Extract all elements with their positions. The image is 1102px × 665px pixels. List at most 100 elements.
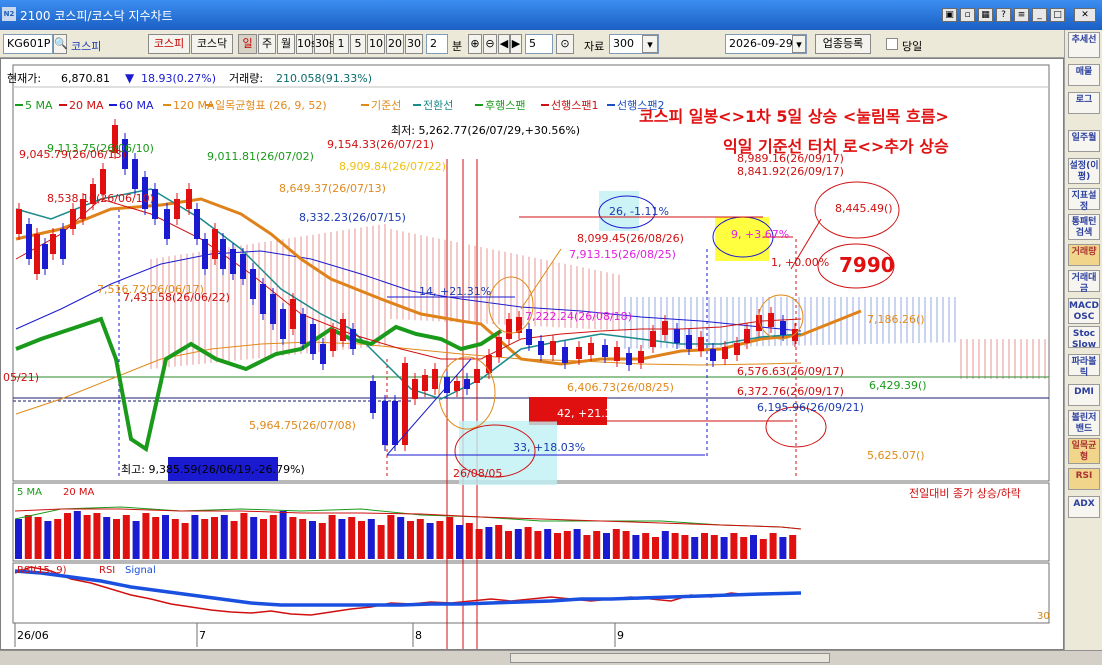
annotation-27: 6,195.96(26/09/21): [757, 401, 864, 414]
volume-bar: [652, 537, 659, 559]
candle-body: [588, 343, 594, 355]
close-icon[interactable]: ✕: [1074, 8, 1096, 22]
candle-body: [164, 209, 170, 239]
sidebar-btn-2[interactable]: 로그: [1068, 92, 1100, 114]
sidebar-btn-6[interactable]: 통패턴검색: [1068, 214, 1100, 240]
candle-body: [698, 337, 704, 351]
candle-body: [562, 347, 568, 363]
sidebar-btn-8[interactable]: 거래대금: [1068, 270, 1100, 294]
sidebar-btn-3[interactable]: 일주월: [1068, 130, 1100, 152]
candle-body: [340, 319, 346, 341]
restore-icon[interactable]: ▫: [960, 8, 975, 22]
volume-bar: [191, 515, 199, 559]
period-day[interactable]: 일: [238, 34, 257, 54]
candle-body: [100, 169, 106, 194]
candle-body: [412, 379, 418, 399]
bottom-scrollbar[interactable]: [0, 650, 1102, 665]
period-20[interactable]: 20: [386, 34, 404, 54]
rsi-legend-3: Signal: [125, 565, 156, 576]
annotation-13: 8,099.45(26/08/26): [577, 232, 684, 245]
pin-icon[interactable]: ▣: [942, 8, 957, 22]
volume-bar: [465, 523, 473, 559]
kospi-button[interactable]: 코스피: [148, 34, 190, 54]
volume-bar: [740, 537, 748, 559]
chart-panel[interactable]: 현재가: 6,870.81 ▼ 18.93(0.27%) 거래량: 210.05…: [0, 58, 1064, 650]
sidebar-btn-1[interactable]: 매물: [1068, 64, 1100, 86]
same-day-checkbox[interactable]: [886, 38, 898, 50]
search-icon[interactable]: 🔍: [53, 34, 68, 54]
volume-bar: [309, 521, 316, 559]
next-icon[interactable]: ▶: [510, 34, 522, 54]
sidebar-btn-10[interactable]: Stoc Slow: [1068, 326, 1100, 350]
annotation-33: 26/08/05: [453, 467, 502, 480]
volume-bar: [563, 531, 571, 559]
sidebar-btn-12[interactable]: DMI: [1068, 384, 1100, 406]
minimize-icon[interactable]: _: [1032, 8, 1047, 22]
volume-bar: [260, 519, 267, 559]
sidebar-btn-7[interactable]: 거래량: [1068, 244, 1100, 266]
chevron-down-icon[interactable]: ▾: [642, 35, 658, 53]
options-icon[interactable]: ≡: [1014, 8, 1029, 22]
tile-icon[interactable]: ▦: [978, 8, 993, 22]
annotation-10: 8,989.16(26/09/17): [737, 152, 844, 165]
volume-bar: [367, 519, 375, 559]
sidebar-btn-13[interactable]: 볼린저밴드: [1068, 410, 1100, 436]
x-tick-label-0: 26/06: [17, 629, 49, 642]
candle-body: [638, 351, 644, 363]
sidebar-btn-15[interactable]: RSI: [1068, 468, 1100, 490]
volume-bar: [554, 533, 561, 559]
period-10s[interactable]: 10s: [296, 34, 317, 54]
period-month[interactable]: 월: [277, 34, 295, 54]
price-label: 현재가:: [7, 72, 41, 85]
candle-body: [602, 345, 608, 357]
period-5[interactable]: 5: [350, 34, 366, 54]
maximize-icon[interactable]: □: [1050, 8, 1065, 22]
period-10[interactable]: 10: [367, 34, 385, 54]
scroll-thumb[interactable]: [510, 653, 830, 663]
sidebar-btn-0[interactable]: 추세선: [1068, 32, 1100, 58]
sidebar-btn-9[interactable]: MACD OSC: [1068, 298, 1100, 324]
volume-bar: [279, 511, 287, 559]
candle-body: [650, 331, 656, 347]
period-30s[interactable]: 30s: [314, 34, 335, 54]
volume-bar: [250, 517, 258, 559]
candle-body: [194, 209, 200, 239]
volume-bar: [456, 525, 463, 559]
industry-register-button[interactable]: 업종등록: [815, 34, 871, 54]
volume-bar: [416, 519, 424, 559]
window-title: 2100 코스피/코스닥 지수차트: [20, 9, 173, 23]
candle-body: [270, 294, 276, 324]
sidebar-btn-11[interactable]: 파라볼릭: [1068, 354, 1100, 378]
zoom-in-icon[interactable]: ⊕: [468, 34, 482, 54]
period-week[interactable]: 주: [258, 34, 276, 54]
volume-bar: [701, 533, 708, 559]
annotation-18: 7,431.58(26/06/22): [123, 291, 230, 304]
period-30[interactable]: 30: [405, 34, 423, 54]
candle-body: [768, 313, 774, 327]
kosdaq-button[interactable]: 코스닥: [191, 34, 233, 54]
code-input[interactable]: KG601P: [3, 34, 53, 54]
count-input[interactable]: 2: [426, 34, 448, 54]
zoom-out-icon[interactable]: ⊖: [483, 34, 497, 54]
volume-bar: [162, 515, 169, 559]
prev-icon[interactable]: ◀: [498, 34, 510, 54]
span-input[interactable]: 5: [525, 34, 553, 54]
calendar-dropdown-icon[interactable]: ▾: [792, 35, 806, 53]
x-tick-label-1: 7: [199, 629, 206, 642]
period-1[interactable]: 1: [333, 34, 349, 54]
sidebar-btn-16[interactable]: ADX: [1068, 496, 1100, 518]
clock-icon[interactable]: ⊙: [556, 34, 574, 54]
chart-svg[interactable]: 현재가: 6,870.81 ▼ 18.93(0.27%) 거래량: 210.05…: [1, 59, 1063, 649]
volume-bar: [387, 515, 395, 559]
candle-body: [422, 375, 428, 391]
sidebar-btn-14[interactable]: 일목균형: [1068, 438, 1100, 464]
candle-body: [70, 209, 76, 229]
sidebar-btn-5[interactable]: 지표설정: [1068, 188, 1100, 212]
legend-item-7: 후행스팬: [485, 99, 525, 112]
volume-bar: [34, 517, 42, 559]
sidebar-btn-4[interactable]: 설정(이평): [1068, 158, 1100, 184]
volume-bar: [15, 519, 22, 559]
candle-body: [34, 234, 40, 274]
help-icon[interactable]: ?: [996, 8, 1011, 22]
annotation-24: 6,406.73(26/08/25): [567, 381, 674, 394]
